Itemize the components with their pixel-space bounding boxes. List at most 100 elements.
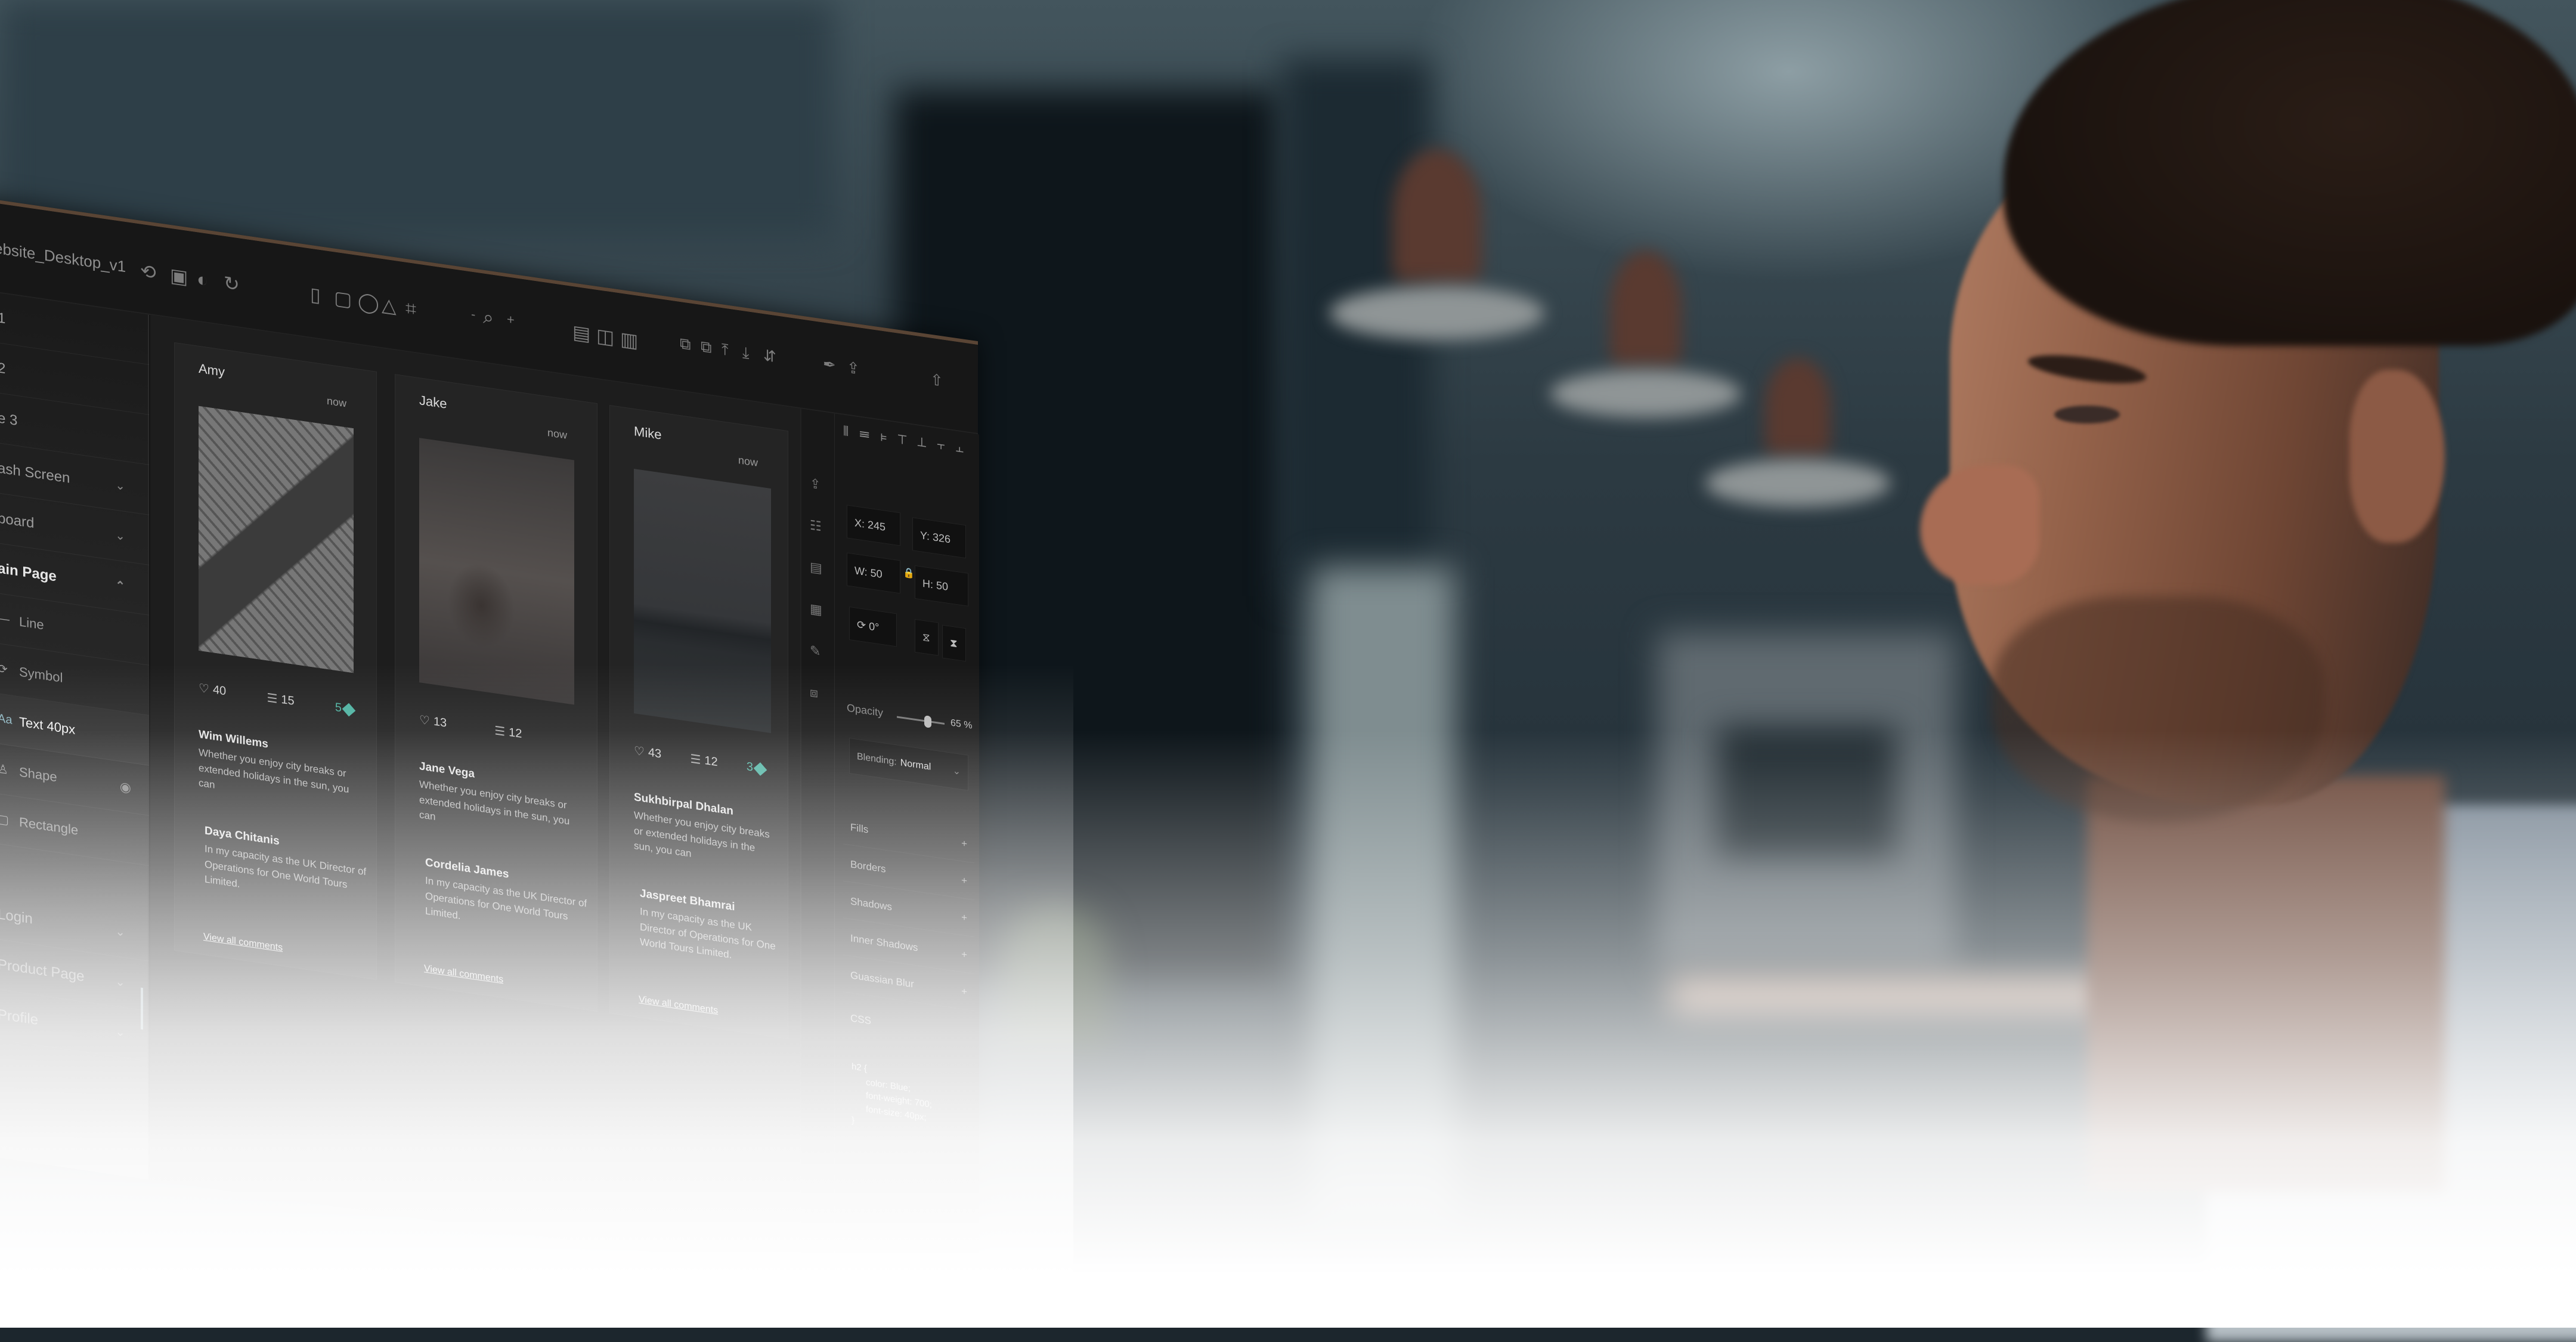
hair [2004, 0, 2576, 346]
layers-icon[interactable]: ☷ [810, 517, 822, 534]
group-icon[interactable]: ⧉ [680, 334, 691, 354]
symbol-add-icon[interactable]: ⟲ [140, 260, 156, 284]
comment-icon: ☰ [267, 691, 278, 706]
add-icon[interactable]: + [961, 911, 967, 924]
pendant-lamp [1705, 334, 1890, 537]
blending-select[interactable]: Blending: Normal ⌄ [849, 737, 968, 791]
background-column [1312, 567, 1455, 1223]
export-icon[interactable]: ⇪ [810, 475, 821, 493]
comments-count[interactable]: ☰ 12 [494, 723, 522, 742]
comment: Jaspreet Bhamrai In my capacity as the U… [640, 887, 776, 961]
layout-icon[interactable]: ◫ [596, 324, 614, 348]
ungroup-icon[interactable]: ⧉ [701, 337, 712, 357]
chevron-down-icon[interactable]: ⌄ [115, 1024, 125, 1040]
components-icon[interactable]: ▦ [810, 601, 822, 618]
columns-icon[interactable]: ▥ [620, 328, 638, 352]
inspector-panel: ⇪ ☷ ▤ ▦ ✎ ⧈ ⫴ ☰ ⊧ ⊤ ⊥ ⫟ ⫠ X: 245 Y: 326 … [800, 409, 979, 1300]
chevron-down-icon[interactable]: ⌄ [115, 924, 125, 940]
grid-icon[interactable]: ▤ [572, 321, 590, 345]
y-position-field[interactable]: Y: 326 [912, 517, 966, 559]
comment-icon: ☰ [690, 752, 701, 768]
chevron-down-icon[interactable]: ⌄ [115, 478, 125, 494]
flip-horizontal-button[interactable]: ⧖ [915, 619, 939, 656]
opacity-slider[interactable] [897, 715, 945, 728]
comment: Wim Willems Whether you enjoy city break… [199, 728, 349, 795]
lock-ratio-icon[interactable]: 🔒 [903, 567, 915, 580]
post-photo-skyline [634, 468, 771, 734]
triangle-icon[interactable]: △ [382, 293, 397, 317]
chevron-down-icon: ⌄ [952, 765, 961, 777]
chevron-down-icon[interactable]: ⌄ [115, 528, 125, 544]
likes[interactable]: ♡ 43 [634, 743, 661, 762]
send-backward-icon[interactable]: ⤓ [742, 343, 750, 362]
sidebar-scrollbar[interactable] [141, 987, 143, 1030]
wall-picture [1717, 728, 1896, 859]
opacity-value[interactable]: 65 % [950, 718, 972, 731]
edit-icon[interactable]: ✎ [810, 642, 821, 660]
comment: Sukhbirpal Dhalan Whether you enjoy city… [634, 790, 770, 859]
post-photo-eiffel-tower [199, 406, 354, 673]
refresh-icon[interactable]: ↻ [224, 272, 240, 296]
image-icon[interactable]: ▣ [170, 264, 188, 288]
upload-icon[interactable]: ⇪ [847, 358, 860, 378]
view-all-comments-link[interactable]: View all comments [424, 963, 503, 985]
view-all-comments-link[interactable]: View all comments [203, 932, 283, 954]
alert-badge: 5 [335, 701, 356, 717]
flip-icon[interactable]: ⇵ [763, 346, 776, 366]
post-time: now [547, 426, 567, 441]
css-code: h2 { color: Blue; font-weight: 700; font… [852, 1061, 932, 1126]
ellipse-icon[interactable]: ◯ [358, 290, 379, 314]
likes[interactable]: ♡ 40 [199, 681, 226, 700]
comment: Daya Chitanis In my capacity as the UK D… [205, 824, 367, 890]
comment: Cordelia James In my capacity as the UK … [425, 856, 587, 922]
chevron-up-icon[interactable]: ⌃ [115, 578, 125, 594]
chevron-down-icon[interactable]: ⌄ [115, 974, 125, 990]
export-icon[interactable]: ⇧ [930, 370, 943, 390]
add-icon[interactable]: + [961, 874, 967, 887]
diamond-alert-icon [753, 762, 767, 776]
line-icon: — [0, 611, 10, 627]
add-icon[interactable]: + [961, 985, 967, 998]
diamond-alert-icon [342, 703, 356, 716]
likes[interactable]: ♡ 13 [419, 712, 447, 731]
post-time: now [326, 394, 346, 410]
view-all-comments-link[interactable]: View all comments [639, 994, 718, 1016]
search-icon[interactable]: ⌕ [483, 305, 494, 329]
comment-icon: ☰ [494, 724, 506, 739]
add-icon[interactable]: + [961, 837, 967, 850]
beard [1992, 596, 2326, 823]
inspector-rail: ⇪ ☷ ▤ ▦ ✎ ⧈ [801, 409, 835, 1279]
visibility-eye-icon[interactable]: ◉ [120, 778, 131, 796]
comments-count[interactable]: ☰ 15 [267, 690, 294, 709]
bring-forward-icon[interactable]: ⤒ [722, 340, 729, 359]
man-profile [1908, 0, 2576, 1342]
eye [2054, 406, 2120, 423]
zoom-in-button[interactable]: + [507, 311, 515, 327]
opacity-slider-knob[interactable] [924, 715, 931, 728]
post-username: Jake [419, 392, 447, 412]
document-icon[interactable]: ▤ [810, 559, 822, 576]
zoom-out-button[interactable]: - [471, 307, 475, 322]
heart-icon: ♡ [199, 681, 209, 697]
height-field[interactable]: H: 50 [915, 565, 968, 607]
neck [2087, 775, 2445, 1193]
width-field[interactable]: W: 50 [847, 552, 900, 594]
post-stats: ♡ 43 ☰ 12 3 [634, 743, 767, 777]
comments-count[interactable]: ☰ 12 [690, 752, 717, 771]
flip-vertical-button[interactable]: ⧗ [942, 624, 966, 662]
pendant-lamp [1330, 149, 1544, 376]
add-icon[interactable]: + [961, 948, 967, 961]
rounded-rectangle-icon[interactable]: ▢ [334, 286, 352, 310]
mask-icon[interactable]: ◐ [197, 268, 208, 291]
post-username: Amy [199, 360, 225, 380]
artboard-icon[interactable]: ⌗ [405, 297, 416, 320]
text-icon: Aa [0, 712, 13, 727]
post-card[interactable]: Jake now ♡ 13 ☰ 12 Jane Vega Whether you e… [395, 374, 597, 1012]
pen-icon[interactable]: ✒ [823, 355, 836, 375]
rotation-field[interactable]: ⟳ 0° [849, 606, 897, 647]
image-add-icon[interactable]: ⧈ [810, 684, 818, 701]
rectangle-icon[interactable]: ▯ [310, 283, 321, 307]
post-card[interactable]: Mike now ♡ 43 ☰ 12 3 Sukhbirpal Dhalan Whe… [609, 405, 788, 1040]
post-card[interactable]: Amy now ♡ 40 ☰ 15 5 Wim Willems Whether yo… [174, 342, 377, 980]
x-position-field[interactable]: X: 245 [847, 505, 900, 546]
